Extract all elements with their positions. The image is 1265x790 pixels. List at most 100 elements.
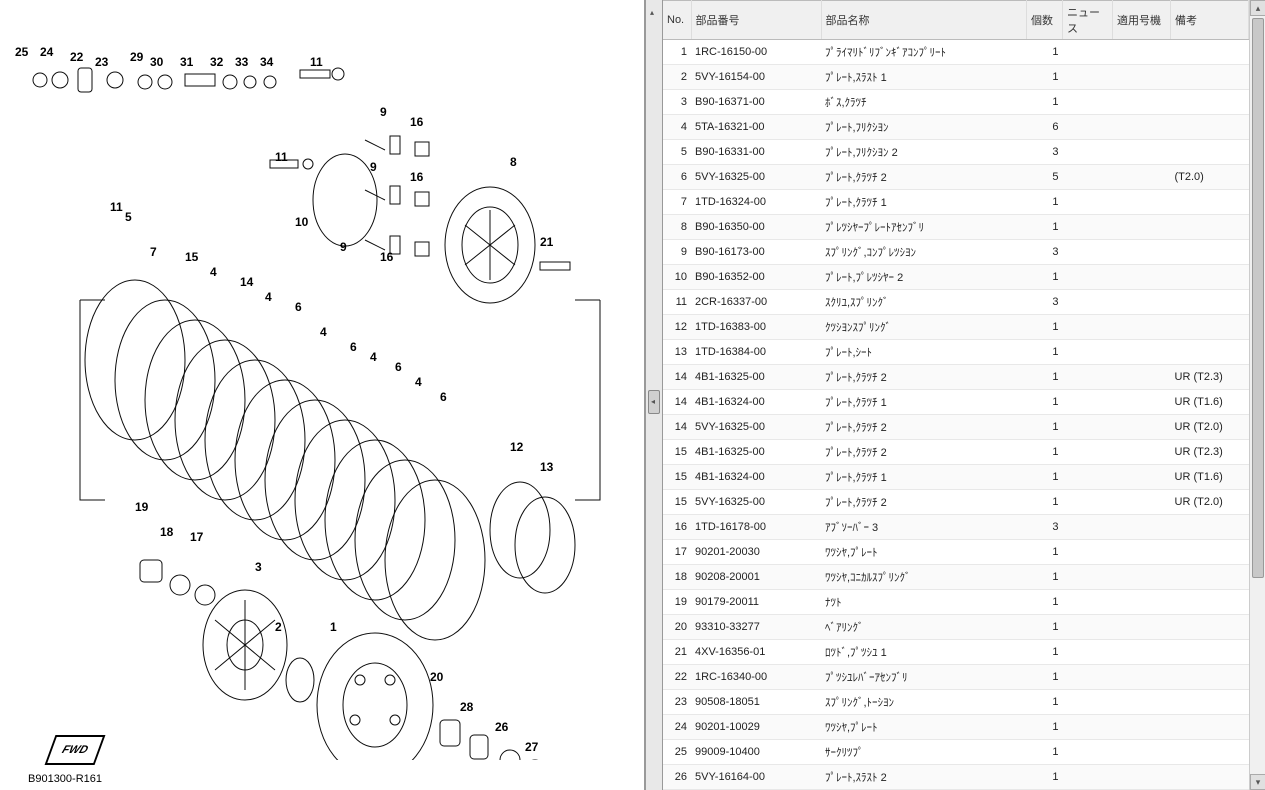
splitter-grip-icon[interactable]: ◂ [648,390,660,414]
table-row[interactable]: 161TD-16178-00ｱﾌﾞｿｰﾊﾞｰ 33 [663,515,1249,540]
diagram-callout[interactable]: 12 [510,440,523,454]
diagram-callout[interactable]: 4 [265,290,272,304]
diagram-callout[interactable]: 9 [380,105,387,119]
diagram-callout[interactable]: 9 [340,240,347,254]
diagram-callout[interactable]: 5 [125,210,132,224]
table-row[interactable]: 1790201-20030ﾜﾂｼﾔ,ﾌﾟﾚｰﾄ1 [663,540,1249,565]
diagram-callout[interactable]: 4 [415,375,422,389]
diagram-callout[interactable]: 23 [95,55,108,69]
diagram-callout[interactable]: 21 [540,235,553,249]
diagram-callout[interactable]: 15 [185,250,198,264]
scroll-up-button[interactable]: ▴ [1250,0,1265,16]
diagram-callout[interactable]: 31 [180,55,193,69]
table-row[interactable]: 112CR-16337-00ｽｸﾘﾕ,ｽﾌﾟﾘﾝｸﾞ3 [663,290,1249,315]
diagram-callout[interactable]: 6 [440,390,447,404]
col-header-no[interactable]: No. [663,1,691,40]
table-row[interactable]: 154B1-16325-00ﾌﾟﾚｰﾄ,ｸﾗﾂﾁ 21UR (T2.3) [663,440,1249,465]
table-row[interactable]: 25VY-16154-00ﾌﾟﾚｰﾄ,ｽﾗｽﾄ 11 [663,65,1249,90]
table-row[interactable]: 2390508-18051ｽﾌﾟﾘﾝｸﾞ,ﾄｰｼﾖﾝ1 [663,690,1249,715]
table-row[interactable]: 265VY-16164-00ﾌﾟﾚｰﾄ,ｽﾗｽﾄ 21 [663,765,1249,790]
diagram-callout[interactable]: 16 [410,115,423,129]
cell-name: ｽﾌﾟﾘﾝｸﾞ,ｺﾝﾌﾟﾚﾂｼﾖﾝ [821,240,1027,265]
diagram-callout[interactable]: 3 [255,560,262,574]
table-row[interactable]: 2093310-33277ﾍﾞｱﾘﾝｸﾞ1 [663,615,1249,640]
diagram-callout[interactable]: 4 [320,325,327,339]
splitter-collapse-up-icon[interactable]: ▴ [650,8,654,17]
diagram-callout[interactable]: 9 [370,160,377,174]
table-row[interactable]: 144B1-16325-00ﾌﾟﾚｰﾄ,ｸﾗﾂﾁ 21UR (T2.3) [663,365,1249,390]
cell-part: B90-16371-00 [691,90,821,115]
col-header-name[interactable]: 部品名称 [821,1,1027,40]
diagram-callout[interactable]: 32 [210,55,223,69]
table-row[interactable]: 2490201-10029ﾜﾂｼﾔ,ﾌﾟﾚｰﾄ1 [663,715,1249,740]
table-row[interactable]: 1990179-20011ﾅﾂﾄ1 [663,590,1249,615]
table-row[interactable]: 144B1-16324-00ﾌﾟﾚｰﾄ,ｸﾗﾂﾁ 11UR (T1.6) [663,390,1249,415]
diagram-callout[interactable]: 4 [370,350,377,364]
diagram-callout[interactable]: 11 [110,200,123,214]
col-header-qty[interactable]: 個数 [1027,1,1063,40]
col-header-news[interactable]: ニュース [1063,1,1113,40]
scrollbar-thumb[interactable] [1252,18,1264,578]
diagram-callout[interactable]: 20 [430,670,443,684]
diagram-callout[interactable]: 6 [350,340,357,354]
table-row[interactable]: 11RC-16150-00ﾌﾟﾗｲﾏﾘﾄﾞﾘﾌﾞﾝｷﾞｱｺﾝﾌﾟﾘｰﾄ1 [663,40,1249,65]
table-row[interactable]: 71TD-16324-00ﾌﾟﾚｰﾄ,ｸﾗﾂﾁ 11 [663,190,1249,215]
cell-name: ﾌﾟﾚｰﾄ,ｽﾗｽﾄ 1 [821,65,1027,90]
diagram-callout[interactable]: 6 [395,360,402,374]
diagram-area[interactable]: 2524222329303132333411119169168111091621… [0,0,644,790]
table-row[interactable]: 10B90-16352-00ﾌﾟﾚｰﾄ,ﾌﾟﾚﾂｼﾔｰ 21 [663,265,1249,290]
diagram-callout[interactable]: 16 [410,170,423,184]
diagram-callout[interactable]: 28 [460,700,473,714]
table-row[interactable]: 2599009-10400ｻｰｸﾘﾂﾌﾟ1 [663,740,1249,765]
diagram-callout[interactable]: 34 [260,55,273,69]
diagram-callout[interactable]: 25 [15,45,28,59]
cell-qty: 1 [1027,740,1063,765]
diagram-callout[interactable]: 18 [160,525,173,539]
diagram-callout[interactable]: 4 [210,265,217,279]
diagram-callout[interactable]: 14 [240,275,253,289]
col-header-part[interactable]: 部品番号 [691,1,821,40]
diagram-callout[interactable]: 7 [150,245,157,259]
diagram-callout[interactable]: 30 [150,55,163,69]
table-row[interactable]: 45TA-16321-00ﾌﾟﾚｰﾄ,ﾌﾘｸｼﾖﾝ6 [663,115,1249,140]
pane-splitter[interactable]: ▴ ◂ [645,0,663,790]
table-row[interactable]: 214XV-16356-01ﾛﾂﾄﾞ,ﾌﾟﾂｼﾕ 11 [663,640,1249,665]
table-row[interactable]: 121TD-16383-00ｸﾂｼﾖﾝｽﾌﾟﾘﾝｸﾞ1 [663,315,1249,340]
col-header-app[interactable]: 適用号機 [1113,1,1171,40]
diagram-callout[interactable]: 10 [295,215,308,229]
cell-qty: 6 [1027,115,1063,140]
diagram-callout[interactable]: 17 [190,530,203,544]
table-row[interactable]: 5B90-16331-00ﾌﾟﾚｰﾄ,ﾌﾘｸｼﾖﾝ 23 [663,140,1249,165]
table-row[interactable]: 3B90-16371-00ﾎﾞｽ,ｸﾗﾂﾁ1 [663,90,1249,115]
vertical-scrollbar[interactable]: ▴ ▾ [1249,0,1265,790]
diagram-callout[interactable]: 11 [275,150,288,164]
diagram-callout[interactable]: 6 [295,300,302,314]
fwd-label: FWD [60,744,89,756]
diagram-callout[interactable]: 24 [40,45,53,59]
table-row[interactable]: 65VY-16325-00ﾌﾟﾚｰﾄ,ｸﾗﾂﾁ 25(T2.0) [663,165,1249,190]
table-row[interactable]: 155VY-16325-00ﾌﾟﾚｰﾄ,ｸﾗﾂﾁ 21UR (T2.0) [663,490,1249,515]
scroll-down-button[interactable]: ▾ [1250,774,1265,790]
diagram-callout[interactable]: 26 [495,720,508,734]
diagram-callout[interactable]: 2 [275,620,282,634]
table-row[interactable]: 9B90-16173-00ｽﾌﾟﾘﾝｸﾞ,ｺﾝﾌﾟﾚﾂｼﾖﾝ3 [663,240,1249,265]
diagram-callout[interactable]: 29 [130,50,143,64]
table-row[interactable]: 154B1-16324-00ﾌﾟﾚｰﾄ,ｸﾗﾂﾁ 11UR (T1.6) [663,465,1249,490]
diagram-callout[interactable]: 19 [135,500,148,514]
table-row[interactable]: 221RC-16340-00ﾌﾟﾂｼﾕﾚﾊﾞｰｱｾﾝﾌﾞﾘ1 [663,665,1249,690]
table-row[interactable]: 1890208-20001ﾜﾂｼﾔ,ｺﾆｶﾙｽﾌﾟﾘﾝｸﾞ1 [663,565,1249,590]
diagram-callout[interactable]: 27 [525,740,538,754]
col-header-note[interactable]: 備考 [1171,1,1249,40]
cell-news [1063,490,1113,515]
diagram-callout[interactable]: 33 [235,55,248,69]
table-row[interactable]: 8B90-16350-00ﾌﾟﾚﾂｼﾔｰﾌﾟﾚｰﾄｱｾﾝﾌﾞﾘ1 [663,215,1249,240]
diagram-callout[interactable]: 16 [380,250,393,264]
diagram-callout[interactable]: 11 [310,55,323,69]
diagram-callout[interactable]: 22 [70,50,83,64]
diagram-callout[interactable]: 13 [540,460,553,474]
diagram-callout[interactable]: 1 [330,620,337,634]
table-header-row: No. 部品番号 部品名称 個数 ニュース 適用号機 備考 [663,1,1249,40]
table-row[interactable]: 145VY-16325-00ﾌﾟﾚｰﾄ,ｸﾗﾂﾁ 21UR (T2.0) [663,415,1249,440]
diagram-callout[interactable]: 8 [510,155,517,169]
table-row[interactable]: 131TD-16384-00ﾌﾟﾚｰﾄ,ｼｰﾄ1 [663,340,1249,365]
